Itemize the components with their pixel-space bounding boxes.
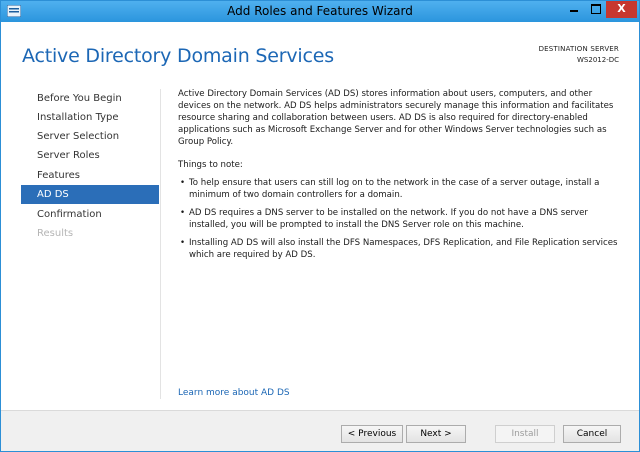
close-icon: X xyxy=(617,2,626,15)
learn-more-link[interactable]: Learn more about AD DS xyxy=(178,388,290,398)
nav-item-server-roles[interactable]: Server Roles xyxy=(21,146,159,165)
nav-item-confirmation[interactable]: Confirmation xyxy=(21,205,159,224)
note-text: AD DS requires a DNS server to be instal… xyxy=(189,208,588,230)
nav-item-results: Results xyxy=(37,228,74,239)
previous-button[interactable]: < Previous xyxy=(341,425,403,443)
note-text: Installing AD DS will also install the D… xyxy=(189,238,618,260)
list-item: • To help ensure that users can still lo… xyxy=(178,177,621,201)
notes-list: • To help ensure that users can still lo… xyxy=(178,177,621,261)
button-bar: < Previous Next > Install Cancel xyxy=(1,411,639,451)
nav-divider xyxy=(160,89,161,399)
list-item: • AD DS requires a DNS server to be inst… xyxy=(178,207,621,231)
things-to-note-heading: Things to note: xyxy=(178,160,243,170)
nav-item-ad-ds[interactable]: AD DS xyxy=(21,185,159,204)
minimize-icon xyxy=(570,10,578,12)
cancel-button[interactable]: Cancel xyxy=(563,425,621,443)
bullet-icon: • xyxy=(180,238,186,248)
nav-item-before-you-begin[interactable]: Before You Begin xyxy=(21,89,159,108)
bullet-icon: • xyxy=(180,208,186,218)
nav-item-server-selection[interactable]: Server Selection xyxy=(21,127,159,146)
next-button[interactable]: Next > xyxy=(406,425,466,443)
nav-item-installation-type[interactable]: Installation Type xyxy=(21,108,159,127)
nav-item-features[interactable]: Features xyxy=(21,166,159,185)
note-text: To help ensure that users can still log … xyxy=(189,178,600,200)
content-pane: Active Directory Domain Services (AD DS)… xyxy=(178,88,621,267)
wizard-window: Add Roles and Features Wizard X Active D… xyxy=(0,0,640,452)
page-title: Active Directory Domain Services xyxy=(22,45,334,67)
destination-server-name: WS2012-DC xyxy=(577,56,619,64)
maximize-icon xyxy=(590,4,601,14)
window-title: Add Roles and Features Wizard xyxy=(227,4,413,18)
destination-server-label: DESTINATION SERVER xyxy=(538,45,619,53)
close-button[interactable]: X xyxy=(606,1,637,18)
bullet-icon: • xyxy=(180,178,186,188)
list-item: • Installing AD DS will also install the… xyxy=(178,237,621,261)
title-bar[interactable]: Add Roles and Features Wizard X xyxy=(1,1,639,22)
intro-text: Active Directory Domain Services (AD DS)… xyxy=(178,89,614,147)
install-button: Install xyxy=(495,425,555,443)
minimize-button[interactable] xyxy=(563,1,585,18)
maximize-button[interactable] xyxy=(585,1,606,18)
